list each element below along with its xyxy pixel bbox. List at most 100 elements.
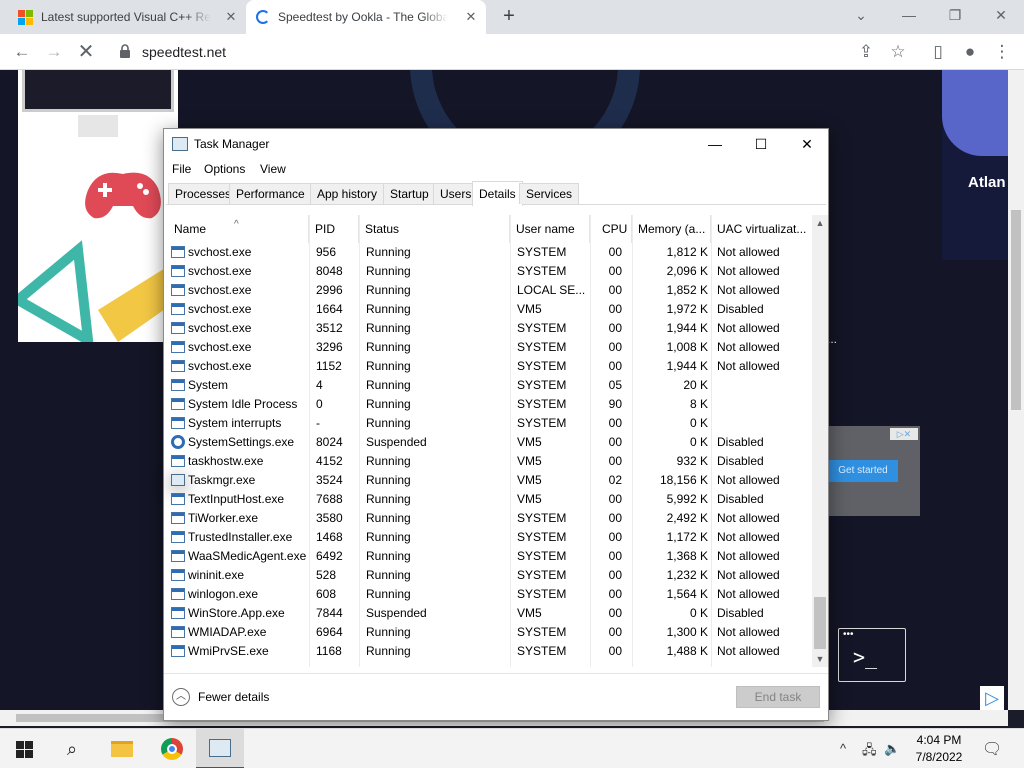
network-icon[interactable]: 🖧 [862,741,877,763]
profile-avatar-icon[interactable]: ● [958,40,982,64]
table-row[interactable]: TiWorker.exe 3580 Running SYSTEM 00 2,492 K No… [166,509,812,528]
search-icon[interactable]: ⌕ [48,729,96,768]
table-row[interactable]: svchost.exe 956 Running SYSTEM 00 1,812 K Not … [166,243,812,262]
tab-search-icon[interactable]: ⌄ [838,0,884,30]
start-button[interactable] [0,729,48,768]
table-row[interactable]: System interrupts - Running SYSTEM 00 0 K [166,414,812,433]
tab-app-history[interactable]: App history [310,183,385,204]
tab-performance[interactable]: Performance [229,183,312,204]
browser-menu-icon[interactable]: ⋮ [990,40,1014,64]
close-button[interactable]: ✕ [784,129,830,159]
tab-close-icon[interactable]: ✕ [464,10,478,24]
back-arrow-icon[interactable]: ← [10,40,34,64]
tab-close-icon[interactable]: ✕ [224,10,238,24]
show-hidden-icons-chevron-icon[interactable]: ^ [840,741,846,756]
volume-icon[interactable]: 🔈 [884,741,900,757]
notification-icon[interactable]: 🗨 [982,739,1002,759]
task-manager-title-bar[interactable]: Task Manager — ☐ ✕ [164,129,828,159]
process-uac: Not allowed [717,530,780,544]
menu-options[interactable]: Options [204,162,245,176]
table-row[interactable]: WaaSMedicAgent.exe 6492 Running SYSTEM 00 1,3… [166,547,812,566]
table-row[interactable]: wininit.exe 528 Running SYSTEM 00 1,232 K Not … [166,566,812,585]
table-row[interactable]: WMIADAP.exe 6964 Running SYSTEM 00 1,300 K Not… [166,623,812,642]
table-row[interactable]: svchost.exe 3512 Running SYSTEM 00 1,944 K Not… [166,319,812,338]
tab-startup[interactable]: Startup [383,183,436,204]
table-row[interactable]: svchost.exe 2996 Running LOCAL SE... 00 1,852… [166,281,812,300]
table-row[interactable]: svchost.exe 1152 Running SYSTEM 00 1,944 K Not… [166,357,812,376]
process-window-icon [171,607,185,619]
new-tab-button[interactable]: + [498,6,520,28]
close-window-button[interactable]: ✕ [978,0,1024,30]
scrollbar-thumb[interactable] [814,597,826,649]
restore-window-button[interactable]: ❐ [932,0,978,30]
side-panel-icon[interactable]: ▯ [926,40,950,64]
system-clock[interactable]: 4:04 PM 7/8/2022 [906,732,972,766]
process-cpu: 00 [608,435,622,449]
scroll-up-arrow-icon[interactable]: ▲ [812,215,828,231]
end-task-button[interactable]: End task [736,686,820,708]
task-manager-taskbar-icon[interactable] [196,729,244,768]
column-header-pid[interactable]: PID [309,215,359,243]
table-row[interactable]: TextInputHost.exe 7688 Running VM5 00 5,992 K… [166,490,812,509]
share-icon[interactable]: ⇪ [854,40,878,64]
table-row[interactable]: svchost.exe 8048 Running SYSTEM 00 2,096 K Not… [166,262,812,281]
process-memory: 1,972 K [666,302,708,316]
column-header-name[interactable]: ^ Name [168,215,309,243]
adchoices-icon[interactable]: ▷ [980,686,1004,710]
scrollbar-thumb[interactable] [1011,210,1021,410]
column-header-user[interactable]: User name [510,215,590,243]
column-header-memory[interactable]: Memory (a... [632,215,711,243]
process-window-icon [171,588,185,600]
ad-banner-middle[interactable]: Get started ▷✕ [828,426,920,516]
table-row[interactable]: svchost.exe 3296 Running SYSTEM 00 1,008 K Not… [166,338,812,357]
scroll-down-arrow-icon[interactable]: ▼ [812,651,828,667]
process-pid: 1468 [316,530,343,544]
column-header-cpu[interactable]: CPU [590,215,632,243]
windows-logo-favicon-icon [18,9,33,25]
terminal-icon[interactable]: ••• >_ [838,628,906,682]
chrome-icon[interactable] [148,729,196,768]
table-row[interactable]: TrustedInstaller.exe 1468 Running SYSTEM 00 1… [166,528,812,547]
browser-tab-speedtest[interactable]: Speedtest by Ookla - The Global Broadban… [246,0,486,34]
menu-view[interactable]: View [260,162,286,176]
tab-services[interactable]: Services [519,183,580,204]
tab-processes[interactable]: Processes [168,183,239,204]
table-row[interactable]: WinStore.App.exe 7844 Suspended VM5 00 0 K Dis… [166,604,812,623]
process-status: Running [366,454,411,468]
tab-details[interactable]: Details [472,181,523,206]
forward-arrow-icon[interactable]: → [42,40,66,64]
process-user: VM5 [517,492,542,506]
tab-title: Speedtest by Ookla - The Global Broadban… [278,10,448,24]
task-manager-window: Task Manager — ☐ ✕ File Options View Pro… [163,128,829,721]
ad-text: Atlan [968,174,1006,191]
minimize-button[interactable]: — [692,129,738,159]
table-row[interactable]: svchost.exe 1664 Running VM5 00 1,972 K Disabl… [166,300,812,319]
minimize-window-button[interactable]: — [886,0,932,30]
file-explorer-icon[interactable] [98,729,146,768]
table-row[interactable]: winlogon.exe 608 Running SYSTEM 00 1,564 K Not… [166,585,812,604]
table-row[interactable]: Taskmgr.exe 3524 Running VM5 02 18,156 K Not a… [166,471,812,490]
page-vertical-scrollbar[interactable] [1008,70,1024,710]
table-row[interactable]: SystemSettings.exe 8024 Suspended VM5 00 0 K D… [166,433,812,452]
table-row[interactable]: System Idle Process 0 Running SYSTEM 90 8 K [166,395,812,414]
get-started-button[interactable]: Get started [828,460,898,482]
browser-tab-vcredist[interactable]: Latest supported Visual C++ Redistributa… [8,0,246,34]
process-window-icon [171,550,185,562]
stop-loading-icon[interactable]: ✕ [74,40,98,64]
menu-file[interactable]: File [172,162,191,176]
column-header-status[interactable]: Status [359,215,510,243]
maximize-button[interactable]: ☐ [738,129,784,159]
bookmark-star-icon[interactable]: ☆ [886,40,910,64]
table-row[interactable]: System 4 Running SYSTEM 05 20 K [166,376,812,395]
address-bar[interactable]: speedtest.net [104,39,920,65]
process-cpu: 00 [608,359,622,373]
ad-choices-close-icon[interactable]: ▷✕ [890,428,918,440]
table-row[interactable]: taskhostw.exe 4152 Running VM5 00 932 K Disabl… [166,452,812,471]
process-uac [717,395,812,414]
process-memory: 1,564 K [666,587,708,601]
table-vertical-scrollbar[interactable]: ▲ ▼ [812,215,828,667]
column-header-uac[interactable]: UAC virtualizat... [711,215,812,243]
ad-banner-left[interactable] [18,70,178,342]
table-row[interactable]: WmiPrvSE.exe 1168 Running SYSTEM 00 1,488 K No… [166,642,812,661]
ad-banner-right[interactable]: Atlan [942,70,1008,260]
